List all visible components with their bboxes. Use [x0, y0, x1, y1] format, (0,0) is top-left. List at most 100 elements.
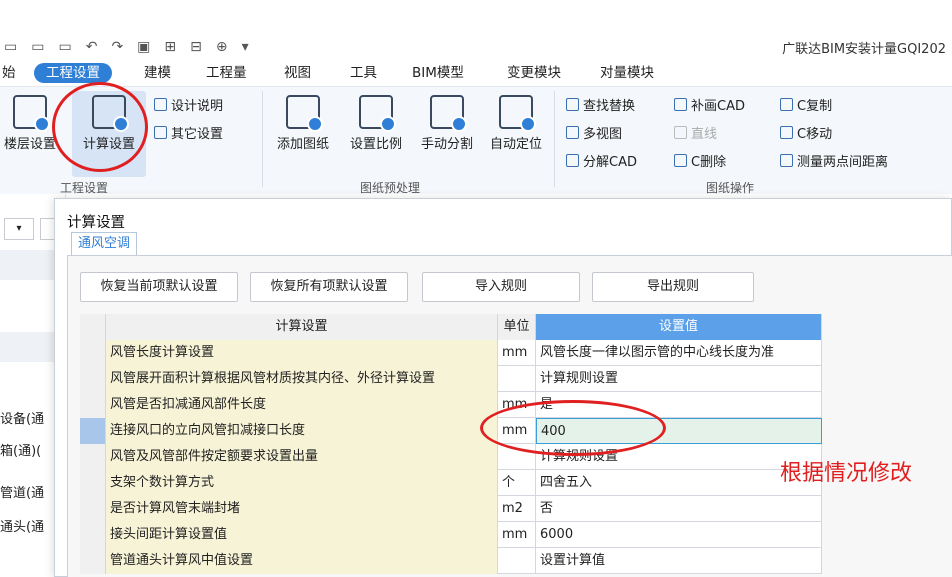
add-drawing-icon [286, 95, 323, 132]
panel-item[interactable]: 设备(通 [0, 408, 44, 427]
design-notes-icon [154, 98, 167, 111]
row-index-cell [80, 444, 106, 470]
quick-access-bar: ▭ ▭ ▭ ↶ ↷ ▣ ⊞ ⊟ ⊕ ▾ 广联达BIM安装计量GQI202 [0, 0, 952, 60]
menu-view[interactable]: 视图 [284, 63, 311, 83]
explode-cad-button[interactable]: 分解CAD [566, 151, 637, 170]
row-index-cell [80, 340, 106, 366]
group-label-project-settings: 工程设置 [60, 181, 109, 195]
set-scale-icon [359, 95, 396, 132]
setting-name-cell: 风管及风管部件按定额要求设置出量 [106, 444, 498, 470]
row-index-cell [80, 496, 106, 522]
header-index-cell [80, 314, 106, 340]
panel-item[interactable]: 管道(通 [0, 482, 44, 501]
patch-cad-button[interactable]: 补画CAD [674, 95, 745, 114]
setting-value-cell[interactable]: 否 [536, 496, 822, 522]
menu-quantity[interactable]: 工程量 [206, 63, 247, 83]
table-row[interactable]: 风管及风管部件按定额要求设置出量 计算规则设置 [80, 444, 822, 470]
tab-hvac[interactable]: 通风空调 [71, 232, 138, 256]
table-row[interactable]: 风管展开面积计算根据风管材质按其内径、外径计算设置 计算规则设置 [80, 366, 822, 392]
menu-modeling[interactable]: 建模 [144, 63, 171, 83]
table-row[interactable]: 接头间距计算设置值 mm 6000 [80, 522, 822, 548]
floor-dropdown[interactable]: ▾ [4, 218, 34, 240]
add-icon[interactable]: ⊕ [216, 39, 228, 55]
line-icon [674, 126, 687, 139]
measure-distance-button[interactable]: 测量两点间距离 [780, 151, 888, 170]
multi-view-button[interactable]: 多视图 [566, 123, 622, 142]
header-value: 设置值 [536, 314, 822, 340]
window-icon[interactable]: ▣ [137, 39, 150, 55]
menu-bar: 始 工程设置 建模 工程量 视图 工具 BIM模型 变更模块 对量模块 [0, 60, 952, 86]
setting-value-cell[interactable]: 风管长度一律以图示管的中心线长度为准 [536, 340, 822, 366]
panel-item[interactable]: 通头(通 [0, 516, 44, 535]
setting-name-cell: 连接风口的立向风管扣减接口长度 [106, 418, 498, 444]
menu-start[interactable]: 始 [2, 63, 16, 83]
row-index-cell [80, 366, 106, 392]
setting-value-cell[interactable]: 设置计算值 [536, 548, 822, 574]
c-move-button[interactable]: C移动 [780, 123, 832, 142]
manual-split-icon [430, 95, 467, 132]
header-unit: 单位 [498, 314, 536, 340]
floor-settings-icon [13, 95, 50, 132]
table-row[interactable]: 支架个数计算方式个四舍五入 [80, 470, 822, 496]
setting-value-cell[interactable]: 6000 [536, 522, 822, 548]
setting-unit-cell: mm [498, 340, 536, 366]
quick-access-icons: ▭ ▭ ▭ ↶ ↷ ▣ ⊞ ⊟ ⊕ ▾ [4, 36, 249, 58]
import-rules-button[interactable]: 导入规则 [422, 272, 580, 302]
more-icon[interactable]: ▾ [242, 39, 249, 55]
explode-cad-icon [566, 154, 579, 167]
set-scale-button[interactable]: 设置比例 [340, 95, 412, 152]
setting-name-cell: 支架个数计算方式 [106, 470, 498, 496]
table-row[interactable]: 是否计算风管末端封堵 m2 否 [80, 496, 822, 522]
redo-icon[interactable]: ↷ [111, 39, 123, 55]
add-drawing-button[interactable]: 添加图纸 [270, 95, 336, 152]
setting-unit-cell [498, 548, 536, 574]
menu-bim-model[interactable]: BIM模型 [412, 63, 464, 83]
setting-unit-cell [498, 366, 536, 392]
setting-unit-cell: mm [498, 522, 536, 548]
other-settings-button[interactable]: 其它设置 [154, 123, 223, 142]
c-delete-button[interactable]: C删除 [674, 151, 726, 170]
design-notes-button[interactable]: 设计说明 [154, 95, 223, 114]
grid-header: 计算设置 单位 设置值 [80, 314, 822, 340]
undo-icon[interactable]: ↶ [86, 39, 98, 55]
menu-project-settings[interactable]: 工程设置 [34, 63, 112, 83]
panel-item[interactable]: 箱(通)( [0, 440, 41, 459]
table-row[interactable]: 风管是否扣减通风部件长度 mm 是 [80, 392, 822, 418]
table-row[interactable]: 连接风口的立向风管扣减接口长度 mm 400 [80, 418, 822, 444]
menu-change-module[interactable]: 变更模块 [507, 63, 561, 83]
export-rules-button[interactable]: 导出规则 [592, 272, 754, 302]
setting-unit-cell: 个 [498, 470, 536, 496]
restore-all-button[interactable]: 恢复所有项默认设置 [250, 272, 408, 302]
setting-name-cell: 风管展开面积计算根据风管材质按其内径、外径计算设置 [106, 366, 498, 392]
layout-icon[interactable]: ⊞ [164, 39, 176, 55]
manual-split-button[interactable]: 手动分割 [412, 95, 482, 152]
highlight-circle-calc-settings [52, 82, 148, 172]
setting-value-cell[interactable]: 计算规则设置 [536, 366, 822, 392]
find-replace-button[interactable]: 查找替换 [566, 95, 635, 114]
header-name: 计算设置 [106, 314, 498, 340]
row-index-cell [80, 418, 106, 444]
table-row[interactable]: 管道通头计算风中值设置 设置计算值 [80, 548, 822, 574]
menu-tools[interactable]: 工具 [350, 63, 377, 83]
setting-name-cell: 风管是否扣减通风部件长度 [106, 392, 498, 418]
line-button[interactable]: 直线 [674, 123, 717, 142]
measure-icon [780, 154, 793, 167]
open-icon[interactable]: ▭ [31, 39, 44, 55]
c-copy-button[interactable]: C复制 [780, 95, 832, 114]
row-index-cell [80, 470, 106, 496]
group-label-drawing-preprocess: 图纸预处理 [360, 181, 421, 195]
restore-current-button[interactable]: 恢复当前项默认设置 [80, 272, 238, 302]
grid-icon[interactable]: ⊟ [190, 39, 202, 55]
c-move-icon [780, 126, 793, 139]
auto-locate-button[interactable]: 自动定位 [482, 95, 550, 152]
save-icon[interactable]: ▭ [58, 39, 71, 55]
app-title: 广联达BIM安装计量GQI202 [782, 42, 946, 57]
floor-settings-button[interactable]: 楼层设置 [2, 95, 58, 152]
group-label-drawing-ops: 图纸操作 [706, 181, 755, 195]
other-settings-icon [154, 126, 167, 139]
highlight-circle-value [480, 400, 666, 456]
table-row[interactable]: 风管长度计算设置 mm 风管长度一律以图示管的中心线长度为准 [80, 340, 822, 366]
new-icon[interactable]: ▭ [4, 39, 17, 55]
annotation-text: 根据情况修改 [780, 461, 913, 486]
menu-compare-module[interactable]: 对量模块 [600, 63, 654, 83]
